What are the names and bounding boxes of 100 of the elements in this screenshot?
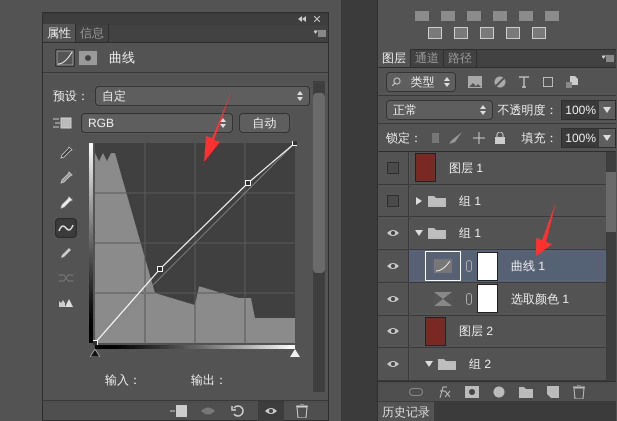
mask-icon	[79, 50, 97, 64]
opacity-label: 不透明度：	[497, 102, 558, 118]
close-icon	[314, 16, 320, 22]
reset-icon[interactable]	[230, 404, 246, 418]
panel-title: 曲线	[109, 48, 135, 67]
lock-label: 锁定：	[386, 130, 422, 146]
link-icon	[466, 260, 472, 272]
curve-tool-icon[interactable]	[55, 218, 77, 238]
dropdown-arrows-icon	[297, 91, 303, 101]
layer-mask-thumbnail	[477, 284, 498, 314]
adjustment-icon[interactable]	[519, 10, 533, 20]
eye-icon	[386, 228, 400, 238]
dropdown-arrows-icon	[220, 118, 226, 128]
image-icon	[468, 76, 482, 88]
auto-button[interactable]: 自动	[239, 113, 290, 133]
curves-icon	[55, 48, 75, 66]
type-icon	[518, 76, 530, 88]
folder-icon	[438, 358, 456, 370]
layer-name: 选取颜色 1	[511, 290, 570, 308]
layer-row[interactable]: 图层 2	[378, 316, 606, 348]
fill-field[interactable]: 100%	[561, 128, 616, 148]
input-label: 输入：	[105, 372, 141, 389]
search-icon	[392, 77, 401, 86]
folder-icon	[428, 194, 446, 207]
fill-label: 填充：	[521, 130, 558, 146]
adjustment-icon[interactable]	[415, 10, 429, 20]
folder-icon[interactable]	[519, 386, 533, 398]
opacity-field[interactable]: 100%	[561, 100, 616, 120]
visibility-button[interactable]	[258, 400, 284, 420]
adjustment-icon[interactable]	[454, 26, 468, 38]
scrollbar[interactable]	[606, 152, 616, 381]
filter-dropdown[interactable]: 类型	[386, 72, 456, 92]
caret-down-icon	[415, 229, 423, 238]
move-icon[interactable]	[473, 132, 486, 144]
dropdown-arrows-icon	[480, 104, 486, 114]
collapse-icon	[298, 16, 306, 22]
new-layer-icon[interactable]	[547, 386, 559, 398]
adjustment-icon[interactable]	[467, 10, 481, 20]
delete-icon[interactable]	[296, 404, 308, 418]
caret-down-icon	[425, 360, 433, 368]
adjustment-circle-icon[interactable]	[493, 386, 505, 398]
eye-icon	[386, 261, 400, 272]
brush-icon[interactable]	[449, 132, 464, 144]
eye-icon	[386, 326, 400, 336]
eye-icon	[264, 406, 278, 416]
panel-tab[interactable]: 信息	[76, 24, 109, 42]
clip-to-layer-icon[interactable]	[170, 404, 188, 418]
eye-icon	[386, 359, 400, 370]
effects-icon[interactable]	[437, 386, 451, 398]
panel-tab[interactable]: 路径	[444, 49, 477, 67]
layer-row[interactable]: 图层 1	[378, 152, 606, 185]
caret-down-icon	[603, 134, 611, 142]
adjustment-icon[interactable]	[493, 10, 507, 20]
mask-icon[interactable]	[465, 386, 479, 398]
layer-row[interactable]: 组 2	[378, 348, 606, 381]
link-icon[interactable]	[409, 388, 423, 396]
delete-icon[interactable]	[573, 384, 585, 398]
shadow-slider-icon	[90, 349, 100, 357]
layer-name: 图层 2	[459, 323, 494, 340]
layer-name: 图层 1	[449, 160, 484, 177]
layer-name: 组 1	[459, 192, 482, 210]
preset-dropdown[interactable]: 自定	[95, 86, 310, 106]
photo-placeholder	[425, 316, 446, 346]
adjustment-icon[interactable]	[441, 10, 455, 20]
caret-right-icon	[415, 196, 423, 205]
adjustment-icon[interactable]	[480, 26, 494, 38]
panel-tab[interactable]: 属性	[43, 24, 76, 42]
panel-tab[interactable]: 图层	[378, 49, 411, 67]
layer-row[interactable]: 选取颜色 1	[378, 282, 606, 316]
adjustment-icon[interactable]	[428, 26, 442, 38]
layer-name: 组 2	[469, 356, 492, 374]
link-icon	[466, 292, 472, 305]
panel-tab[interactable]: 通道	[411, 49, 444, 67]
layer-name: 曲线 1	[511, 258, 546, 276]
output-label: 输出：	[191, 372, 227, 389]
layer-row[interactable]: 组 1	[378, 184, 606, 218]
menu-icon	[602, 55, 614, 63]
folder-icon	[428, 227, 446, 240]
history-tab[interactable]: 历史记录	[378, 402, 434, 421]
caret-down-icon	[603, 106, 611, 114]
menu-icon	[314, 30, 326, 38]
eye-icon	[386, 294, 400, 304]
lock-icon[interactable]	[495, 132, 506, 144]
layer-row[interactable]: 曲线 1	[378, 250, 606, 283]
adjustment-icon[interactable]	[545, 10, 559, 20]
curves-adjustment-icon	[434, 259, 452, 274]
adjustment-circle-icon	[494, 76, 506, 88]
highlight-slider-icon	[290, 349, 300, 357]
scrollbar[interactable]	[313, 81, 325, 392]
blend-mode-dropdown[interactable]: 正常	[386, 100, 494, 120]
adjustment-icon[interactable]	[506, 26, 520, 38]
layer-name: 组 1	[459, 225, 482, 242]
channel-dropdown[interactable]: RGB	[81, 113, 233, 133]
preset-label: 预设：	[53, 88, 89, 105]
adjustment-icon[interactable]	[532, 26, 546, 38]
dropdown-arrows-icon	[444, 76, 450, 86]
layer-mask-thumbnail	[477, 252, 498, 281]
layer-row[interactable]: 组 1	[378, 217, 606, 250]
smart-object-icon	[566, 76, 578, 88]
shape-icon	[542, 76, 554, 88]
